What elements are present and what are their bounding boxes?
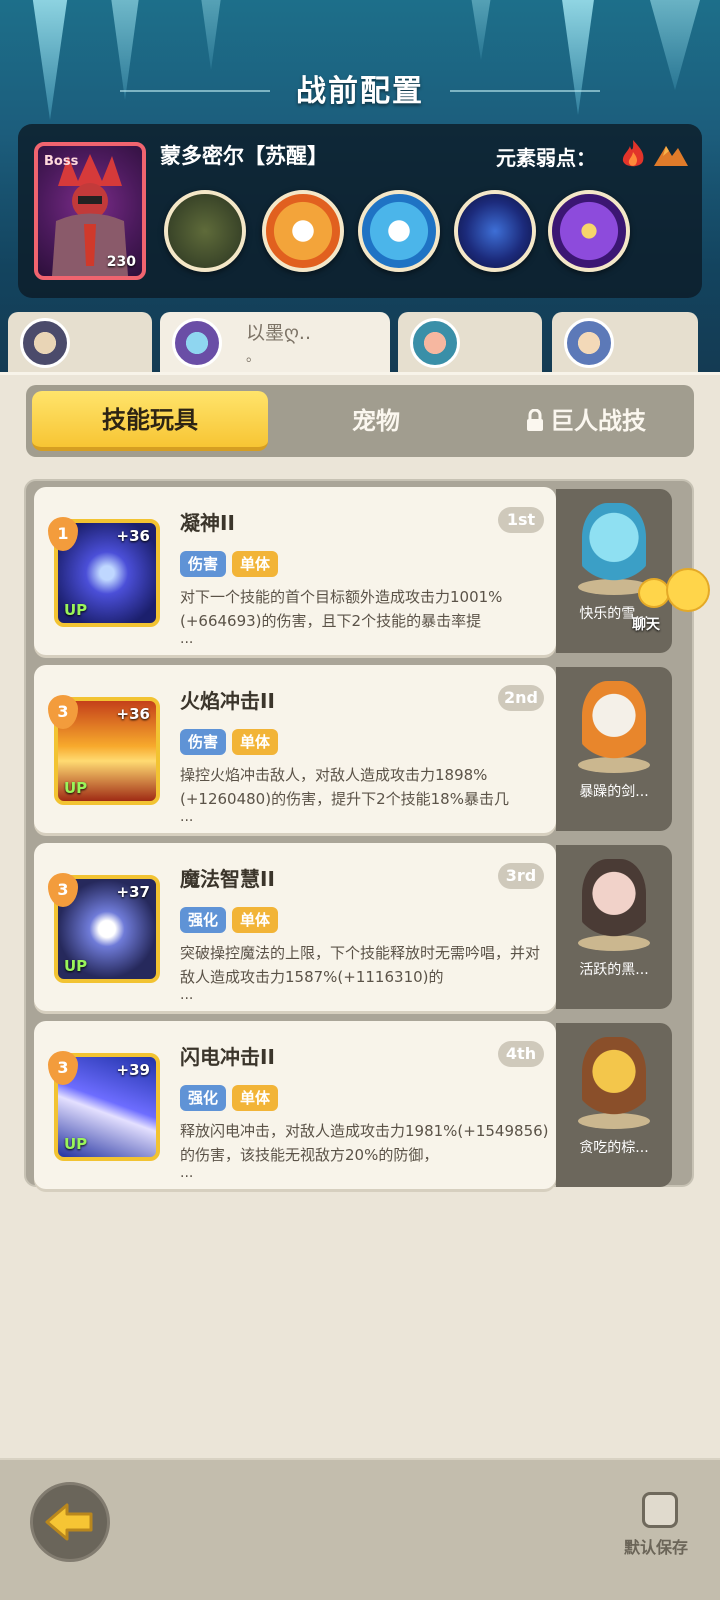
skill-name: 火焰冲击II — [180, 689, 275, 713]
team-member-tab-4[interactable] — [552, 312, 698, 374]
boss-skill-orb-1[interactable] — [164, 190, 246, 272]
skill-target-tag: 单体 — [232, 907, 279, 933]
tab-giant-label: 巨人战技 — [550, 407, 646, 435]
skill-description: 操控火焰冲击敌人，对敌人造成攻击力1898%(+1260480)的伤害，提升下2… — [180, 766, 509, 808]
skill-type-tag: 伤害 — [180, 729, 227, 755]
skill-card[interactable]: +36 UP 1 凝神II 1st 伤害 单体 对下一个技能的首个目标额外造成攻… — [34, 487, 556, 655]
skill-up-tag: UP — [64, 957, 88, 975]
boss-skill-orb-3[interactable] — [358, 190, 440, 272]
page-title: 战前配置 — [296, 74, 424, 109]
lock-icon — [527, 409, 543, 431]
skill-type-tag: 伤害 — [180, 551, 227, 577]
skill-up-tag: UP — [64, 601, 88, 619]
scene-background: 战前配置 Boss 230 蒙多密尔【苏醒】 元素弱点： 以墨ღ.. 。 — [0, 0, 720, 380]
pet-figure — [582, 859, 646, 945]
weakness-label: 元素弱点： — [496, 146, 596, 170]
skill-order: 1st — [498, 507, 544, 533]
chat-button[interactable] — [638, 568, 710, 614]
skill-card[interactable]: +37 UP 3 魔法智慧II 3rd 强化 单体 突破操控魔法的上限，下个技能… — [34, 843, 556, 1011]
skill-type-tag: 强化 — [180, 907, 227, 933]
skill-more: ... — [180, 809, 194, 825]
main-panel: 技能玩具 宠物 巨人战技 +36 UP 1 凝神II 1st 伤害 单体 对下一… — [0, 372, 720, 1458]
team-member-sub: 。 — [246, 349, 260, 365]
skill-more: ... — [180, 987, 194, 1003]
back-arrow-icon — [45, 1503, 93, 1541]
skill-up-tag: UP — [64, 1135, 88, 1153]
bottom-bar: 默认保存 — [0, 1458, 720, 1600]
pet-name: 活跃的黑... — [579, 962, 649, 978]
tab-pets[interactable]: 宠物 — [276, 385, 476, 457]
default-save-label: 默认保存 — [624, 1538, 689, 1557]
pet-card[interactable]: 贪吃的棕... — [556, 1023, 672, 1187]
skill-list: +36 UP 1 凝神II 1st 伤害 单体 对下一个技能的首个目标额外造成攻… — [24, 479, 694, 1189]
chat-smiley-icon — [666, 568, 710, 612]
title-wrap: 战前配置 — [0, 66, 720, 110]
skill-name: 凝神II — [180, 511, 235, 535]
skill-target-tag: 单体 — [232, 551, 279, 577]
boss-level: 230 — [106, 254, 136, 270]
team-member-tab-3[interactable] — [398, 312, 542, 374]
skill-more: ... — [180, 1165, 194, 1181]
tab-skill-toys[interactable]: 技能玩具 — [32, 391, 268, 451]
default-save-checkbox[interactable] — [642, 1492, 678, 1528]
crystal-decoration — [200, 0, 222, 70]
skill-plus-level: +36 — [116, 705, 150, 723]
avatar — [564, 318, 614, 368]
avatar — [410, 318, 460, 368]
skill-target-tag: 单体 — [232, 1085, 279, 1111]
pet-name: 贪吃的棕... — [579, 1140, 649, 1156]
skill-description: 释放闪电冲击，对敌人造成攻击力1981%(+1549856)的伤害，该技能无视敌… — [180, 1122, 549, 1164]
boss-skill-orb-4[interactable] — [454, 190, 536, 272]
boss-badge: Boss — [44, 154, 79, 169]
chat-label: 聊天 — [632, 617, 660, 633]
back-button[interactable] — [30, 1482, 110, 1562]
boss-panel: Boss 230 蒙多密尔【苏醒】 元素弱点： — [18, 124, 702, 298]
boss-portrait[interactable]: Boss 230 — [34, 142, 146, 280]
skill-card[interactable]: +39 UP 3 闪电冲击II 4th 强化 单体 释放闪电冲击，对敌人造成攻击… — [34, 1021, 556, 1189]
skill-type-tag: 强化 — [180, 1085, 227, 1111]
skill-card[interactable]: +36 UP 3 火焰冲击II 2nd 伤害 单体 操控火焰冲击敌人，对敌人造成… — [34, 665, 556, 833]
boss-skill-orb-5[interactable] — [548, 190, 630, 272]
crystal-decoration — [470, 0, 492, 60]
skill-plus-level: +37 — [116, 883, 150, 901]
boss-skill-orb-2[interactable] — [262, 190, 344, 272]
skill-more: ... — [180, 631, 194, 647]
pet-name: 暴躁的剑... — [579, 784, 649, 800]
skill-name: 魔法智慧II — [180, 867, 275, 891]
pet-figure — [582, 1037, 646, 1123]
chat-dots-icon — [638, 578, 670, 608]
skill-plus-level: +39 — [116, 1061, 150, 1079]
tab-pets-label: 宠物 — [352, 407, 400, 435]
pet-card[interactable]: 活跃的黑... — [556, 845, 672, 1009]
skill-up-tag: UP — [64, 779, 88, 797]
skill-description: 对下一个技能的首个目标额外造成攻击力1001%(+664693)的伤害，且下2个… — [180, 588, 503, 630]
tab-giant-skills[interactable]: 巨人战技 — [486, 385, 686, 457]
skill-order: 4th — [498, 1041, 544, 1067]
skill-plus-level: +36 — [116, 527, 150, 545]
pet-figure — [582, 503, 646, 589]
pet-figure — [582, 681, 646, 767]
boss-name: 蒙多密尔【苏醒】 — [160, 144, 328, 168]
skill-order: 3rd — [498, 863, 544, 889]
team-member-tab-1[interactable] — [8, 312, 152, 374]
skill-target-tag: 单体 — [232, 729, 279, 755]
category-tabbar: 技能玩具 宠物 巨人战技 — [26, 385, 694, 457]
skill-order: 2nd — [498, 685, 544, 711]
skill-description: 突破操控魔法的上限，下个技能释放时无需吟唱，并对敌人造成攻击力1587%(+11… — [180, 944, 541, 986]
avatar — [172, 318, 222, 368]
earth-icon — [654, 146, 688, 166]
fire-icon — [622, 140, 644, 167]
team-member-tab-2[interactable]: 以墨ღ.. 。 — [160, 312, 390, 374]
avatar — [20, 318, 70, 368]
team-member-name: 以墨ღ.. — [246, 322, 312, 344]
skill-name: 闪电冲击II — [180, 1045, 275, 1069]
pet-card[interactable]: 暴躁的剑... — [556, 667, 672, 831]
